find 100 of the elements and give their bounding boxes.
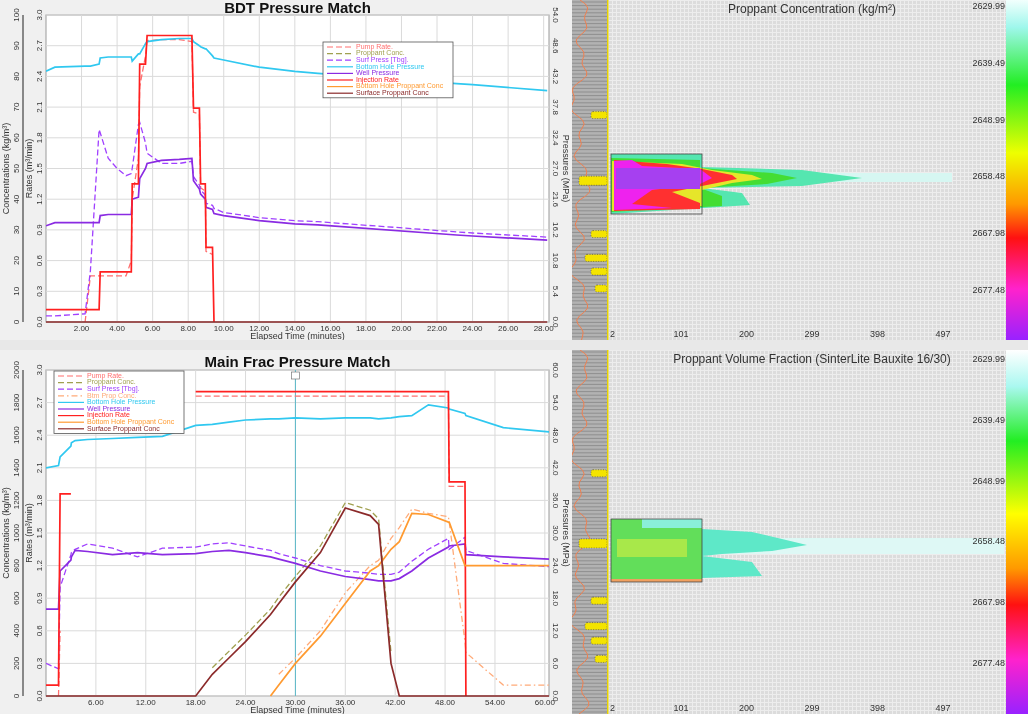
legend-line-icon [326,92,354,94]
axis-tick-label: 497 [935,329,951,339]
axis-title: Rates (m³/min) [24,503,35,563]
axis-tick-label: 16.00 [320,324,341,333]
axis-tick-label: 36.00 [335,698,356,707]
axis-tick-label: 2 [610,703,615,713]
cursor-handle[interactable] [291,371,300,380]
axis-tick-label: 80 [12,71,22,81]
axis-tick-label: 42.0 [550,460,560,476]
chart-title: BDT Pressure Match [224,0,371,16]
axis-tick-label: 32.4 [550,130,560,146]
axis-tick-label: 800 [12,558,22,573]
legend-line-icon [57,382,85,384]
axis-tick-label: 1.8 [35,494,45,506]
axis-tick-label: 6.0 [550,657,560,669]
legend-line-icon [326,59,354,61]
axis-tick-label: 200 [739,703,755,713]
axis-tick-label: 14.00 [284,324,305,333]
axis-tick-label: 0.0 [35,690,45,702]
axis-tick-label: 2.1 [35,101,45,113]
axis-tick-label: 54.0 [550,394,560,411]
axis-tick-label: 18.0 [550,590,560,606]
axis-tick-label: 1600 [12,426,22,445]
plot-title: Proppant Concentration (kg/m²) [727,2,897,16]
axis-title: Elapsed Time (minutes) [250,705,345,714]
axis-tick-label: 600 [12,591,22,605]
axis-tick-label: 400 [12,624,22,638]
legend-line-icon [57,421,85,423]
axis-tick-label: 101 [673,703,689,713]
axis-tick-label: 36.0 [550,492,560,509]
axis-tick-label: 2629.99 [972,1,1005,12]
axis-tick-label: 6.00 [88,698,104,707]
legend-line-icon [326,86,354,88]
axis-tick-label: 50 [12,164,22,173]
axis-tick-label: 2648.99 [972,114,1005,125]
axis-title: Concentrations (kg/m³) [1,487,12,579]
axis-tick-label: 2658.48 [972,536,1005,547]
axis-tick-label: 30 [12,225,22,235]
axis-tick-label: 1800 [12,393,22,412]
chart-title: Main Frac Pressure Match [204,353,391,370]
axis-tick-label: 16.2 [550,222,560,238]
axis-tick-label: 2648.99 [972,475,1005,486]
axis-tick-label: 10 [12,286,22,296]
axis-tick-label: 48.0 [550,427,560,443]
axis-tick-label: 398 [870,329,886,339]
axis-title: Elapsed Time (minutes) [250,331,345,340]
legend-line-icon [57,401,85,403]
axis-tick-label: 2.7 [35,397,45,409]
axis-tick-label: 42.00 [385,698,406,707]
plot-title: Proppant Volume Fraction (SinterLite Bauxite 16/30) [673,352,951,366]
axis-tick-label: 0.6 [35,255,45,267]
axis-tick-label: 1.5 [35,162,45,175]
legend-line-icon [326,46,354,48]
axis-tick-label: 2639.49 [972,58,1005,69]
axis-tick-label: 10.00 [213,324,234,333]
axis-tick-label: 0.6 [35,625,45,637]
axis-tick-label: 20 [12,256,22,266]
axis-tick-label: 200 [12,656,22,671]
axis-title: Pressures (MPa) [560,499,571,567]
axis-tick-label: 24.00 [235,698,256,707]
axis-title: Rates (m³/min) [24,138,35,199]
axis-tick-label: 30.0 [550,525,560,541]
axis-tick-label: 1200 [12,491,22,510]
axis-tick-label: 299 [804,703,820,713]
axis-tick-label: 1.2 [35,193,45,205]
cursor-line[interactable] [294,369,296,697]
axis-tick-label: 60 [12,133,22,143]
axis-tick-label: 2.7 [35,40,45,52]
axis-tick-label: 12.0 [550,623,560,639]
axis-tick-label: 24.00 [462,324,483,333]
legend-line-icon [57,388,85,390]
axis-tick-label: 299 [804,329,820,339]
axis-tick-label: 2.00 [73,324,90,333]
axis-tick-label: 2677.48 [972,284,1005,295]
axis-tick-label: 60.0 [550,362,560,378]
axis-tick-label: 24.0 [550,557,560,574]
axis-tick-label: 0.3 [35,657,45,669]
axis-tick-label: 3.0 [35,364,45,376]
axis-tick-label: 2667.98 [972,597,1005,608]
axis-tick-label: 22.00 [427,324,448,333]
axis-title: Concentrations (kg/m³) [1,122,12,215]
axis-tick-label: 2.4 [35,70,45,82]
axis-tick-label: 5.4 [550,285,560,297]
legend-line-icon [57,395,85,397]
axis-tick-label: 2.4 [35,429,45,441]
axis-tick-label: 2677.48 [972,657,1005,668]
axis-tick-label: 1.5 [35,527,45,539]
axis-tick-label: 6.00 [144,324,161,333]
axis-tick-label: 200 [739,329,755,339]
axis-tick-label: 18.00 [185,698,206,707]
legend-line-icon [57,408,85,410]
axis-tick-label: 43.2 [550,68,560,85]
axis-tick-label: 1400 [12,458,22,477]
axis-tick-label: 0.9 [35,592,45,604]
axis-tick-label: 101 [673,329,689,339]
legend-line-icon [57,428,85,430]
axis-tick-label: 2.1 [35,462,45,474]
legend-line-icon [57,415,85,417]
axis-tick-label: 100 [12,8,22,22]
axis-tick-label: 28.00 [533,324,554,333]
